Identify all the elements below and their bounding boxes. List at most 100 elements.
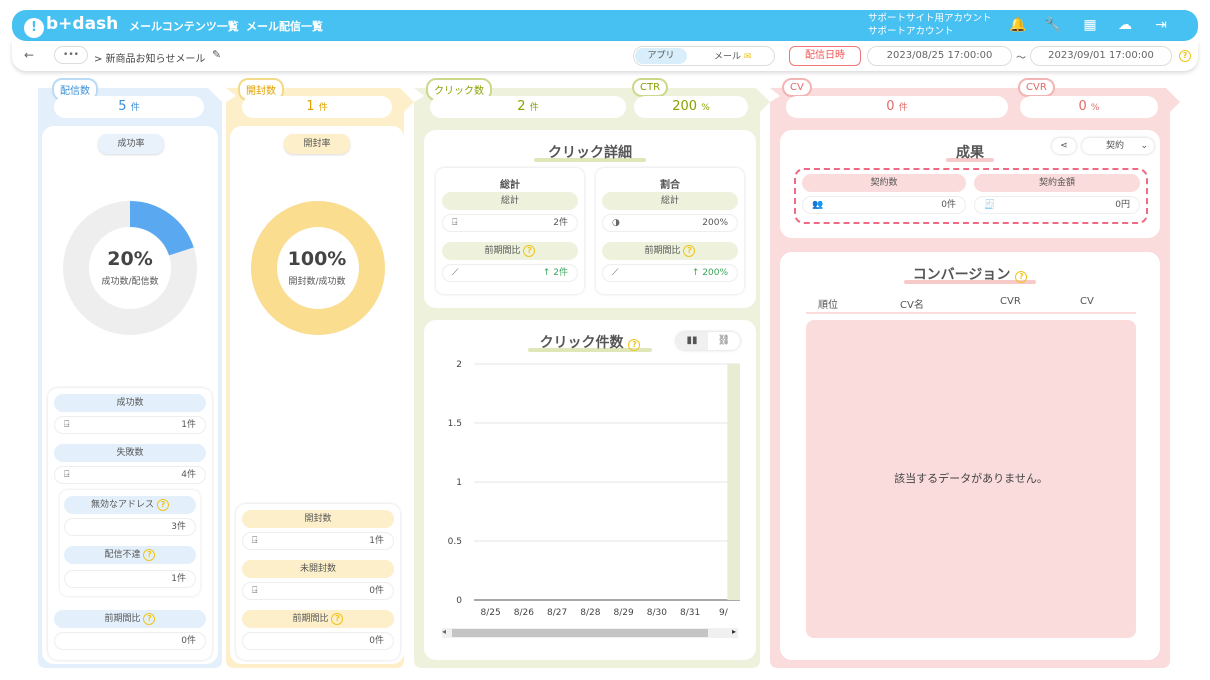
click-ratio-sub: 総計 — [602, 192, 738, 210]
success-count-label: 成功数 — [54, 394, 206, 412]
help-icon[interactable]: ? — [143, 613, 156, 625]
invalid-address-row: 3件 — [64, 518, 196, 536]
share-icon[interactable]: ⋖ — [1052, 138, 1076, 154]
nav-mail-contents[interactable]: メールコンテンツ一覧 — [129, 18, 239, 34]
click-ratio-panel: 割合 総計 ◑ 200% 前期間比 ? ⟋ ↑ 200% — [596, 168, 744, 294]
x-tick-label: 8/26 — [514, 608, 534, 618]
invoice-icon: 🧾 — [984, 200, 996, 210]
exit-icon: ⍈ — [252, 586, 258, 596]
delivery-card: 成功率 20% 成功数/配信数 成功数 ⍈ 1件 失敗数 ⍈ 4件 無効なアドレス … — [42, 126, 218, 664]
help-icon[interactable]: ? — [143, 549, 156, 561]
cv-column: CV 0 件 CVR 0 % 成果 ⋖ 契約 ⌄ 契約数 👥 0件 契約金額 🧾 0円… — [770, 78, 1180, 668]
bell-icon[interactable]: 🔔 — [1009, 16, 1027, 34]
col-cvr: CVR — [1000, 296, 1021, 307]
contract-amount-label: 契約金額 — [974, 174, 1140, 192]
account-info[interactable]: サポートサイト用アカウント サポートアカウント — [868, 12, 992, 38]
line-chart-icon: ⟋ — [452, 268, 459, 278]
help-icon[interactable]: ? — [523, 245, 536, 257]
edit-pencil-icon[interactable]: ✎ — [212, 48, 221, 61]
ratio-prev-period-label: 前期間比 ? — [602, 242, 738, 260]
delivery-column: 配信数 5 件 成功率 20% 成功数/配信数 成功数 ⍈ 1件 失敗数 ⍈ 4件 … — [38, 78, 222, 668]
unopen-count-row: ⍈ 0件 — [242, 582, 394, 600]
chart-scrollbar[interactable]: ◂ ▸ — [442, 627, 738, 638]
open-rate-percent: 100% — [287, 248, 347, 270]
help-icon[interactable]: ? — [1179, 50, 1191, 62]
more-button[interactable]: ••• — [54, 46, 88, 64]
exit-icon: ⍈ — [64, 470, 70, 480]
delivery-prev-period-row: 0件 — [54, 632, 206, 650]
delivery-date-label: 配信日時 — [789, 46, 861, 66]
col-rank: 順位 — [818, 300, 838, 311]
y-tick-label: 1 — [456, 478, 462, 488]
help-icon[interactable]: ? — [331, 613, 344, 625]
click-column: クリック数 2 件 CTR 200 % クリック詳細 総計 総計 ⍈ 2件 前期間… — [414, 78, 770, 668]
open-count-row: ⍈ 1件 — [242, 532, 394, 550]
result-title: 成果 — [946, 142, 994, 162]
open-prev-period-row: 0件 — [242, 632, 394, 650]
link-icon[interactable]: ⛓ — [708, 332, 740, 350]
col-cv-name: CV名 — [900, 300, 924, 311]
help-icon[interactable]: ? — [628, 339, 641, 351]
toggle-mail[interactable]: メール ✉ — [714, 49, 751, 62]
click-total-head: 総計 — [500, 180, 520, 191]
x-tick-label: 8/28 — [580, 608, 600, 618]
open-stats-panel: 開封数 ⍈ 1件 未開封数 ⍈ 0件 前期間比 ? 0件 — [236, 504, 400, 660]
cvr-tag: CVR — [1018, 78, 1055, 97]
nav-mail-deliveries[interactable]: メール配信一覧 — [246, 18, 323, 34]
exit-icon: ⍈ — [252, 536, 258, 546]
open-count-value: 1 件 — [242, 96, 392, 118]
y-tick-label: 0.5 — [448, 537, 462, 547]
conversion-card: コンバージョン ? 順位 CV名 CVR CV 該当するデータがありません。 — [780, 252, 1160, 660]
wrench-icon[interactable]: 🔧 — [1044, 16, 1062, 34]
result-select[interactable]: 契約 ⌄ — [1082, 138, 1154, 154]
click-total-row: ⍈ 2件 — [442, 214, 578, 232]
cvr-value: 0 % — [1020, 96, 1158, 118]
click-prev-period-label: 前期間比 ? — [442, 242, 578, 260]
click-ratio-row: ◑ 200% — [602, 214, 738, 232]
x-tick-label: 8/27 — [547, 608, 567, 618]
click-detail-card: クリック詳細 総計 総計 ⍈ 2件 前期間比 ? ⟋ ↑ 2件 割合 総計 ◑ 200… — [424, 130, 756, 308]
help-icon[interactable]: ? — [683, 245, 696, 257]
conversion-empty-state: 該当するデータがありません。 — [806, 320, 1136, 638]
click-total-sub: 総計 — [442, 192, 578, 210]
toggle-app[interactable]: アプリ — [635, 48, 687, 64]
logo-bubble-icon: ! — [24, 18, 44, 38]
date-range-separator: 〜 — [1016, 53, 1026, 64]
help-icon[interactable]: ? — [156, 499, 169, 511]
x-tick-label: 8/31 — [680, 608, 700, 618]
grid-icon[interactable]: ▦ — [1081, 16, 1099, 34]
invalid-address-label: 無効なアドレス ? — [64, 496, 196, 514]
open-card: 開封率 100% 開封数/成功数 開封数 ⍈ 1件 未開封数 ⍈ 0件 前期間比 ?… — [230, 126, 404, 664]
logout-icon[interactable]: ⇥ — [1152, 16, 1170, 34]
unopen-count-label: 未開封数 — [242, 560, 394, 578]
chat-icon[interactable]: ☁ — [1116, 16, 1134, 34]
fail-breakdown-panel: 無効なアドレス ? 3件 配信不達 ? 1件 — [60, 490, 200, 596]
date-to-input[interactable]: 2023/09/01 17:00:00 — [1030, 46, 1172, 66]
bar-chart-icon[interactable]: ▮▮ — [676, 332, 708, 350]
sub-bar: ← ••• > 新商品お知らせメール ✎ アプリ メール ✉ 配信日時 2023… — [12, 41, 1198, 71]
delivery-prev-period-label: 前期間比 ? — [54, 610, 206, 628]
open-rate-formula: 開封数/成功数 — [288, 277, 346, 287]
contract-stats-panel: 契約数 👥 0件 契約金額 🧾 0円 — [794, 168, 1148, 224]
scroll-left-icon[interactable]: ◂ — [442, 627, 446, 636]
chart-view-toggle[interactable]: ▮▮ ⛓ — [676, 332, 740, 350]
conversion-title: コンバージョン ? — [904, 264, 1036, 284]
x-tick-label: 8/29 — [614, 608, 634, 618]
users-icon: 👥 — [812, 200, 824, 210]
mail-envelope-icon: ✉ — [743, 52, 752, 62]
x-tick-label: 9/ — [719, 608, 729, 618]
help-icon[interactable]: ? — [1015, 271, 1028, 283]
scroll-right-icon[interactable]: ▸ — [732, 627, 736, 636]
click-bar-chart: 2 1.5 1 0.5 0 8/25 8/26 8/27 8/28 8/29 8/30 8/31 9/ — [448, 360, 740, 618]
chart-scrollbar-thumb[interactable] — [452, 629, 708, 637]
app-mail-toggle[interactable]: アプリ メール ✉ — [633, 46, 775, 66]
click-prev-period-row: ⟋ ↑ 2件 — [442, 264, 578, 282]
open-count-label: 開封数 — [242, 510, 394, 528]
date-from-input[interactable]: 2023/08/25 17:00:00 — [867, 46, 1012, 66]
success-rate-label: 成功率 — [98, 134, 164, 154]
contract-amount-row: 🧾 0円 — [974, 196, 1140, 214]
brand-logo[interactable]: ! b+dash — [24, 14, 118, 38]
back-arrow-icon[interactable]: ← — [24, 48, 34, 62]
ctr-value: 200 % — [634, 96, 748, 118]
bar[interactable] — [727, 364, 740, 600]
